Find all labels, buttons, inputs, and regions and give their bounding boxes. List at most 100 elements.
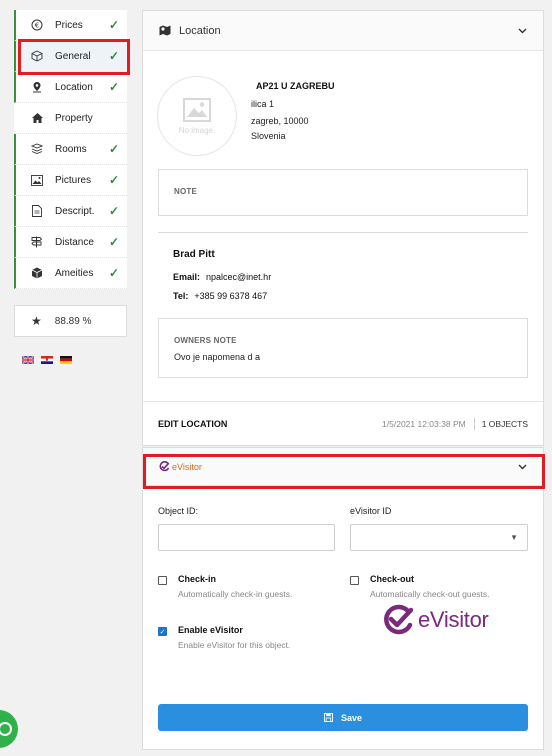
chevron-down-icon[interactable] (518, 25, 527, 37)
evisitor-logo-icon (384, 604, 414, 635)
evisitor-header-logo: eVisitor (159, 461, 518, 472)
evisitor-card: eVisitor Object ID: eVisitor ID ▼ Check-… (142, 447, 544, 750)
sidebar-nav: € Prices ✓ General ✓ Location ✓ Property… (14, 10, 127, 289)
check-icon: ✓ (108, 266, 119, 280)
croatia-flag-icon[interactable] (41, 356, 53, 364)
sidebar-item-label: Pictures (55, 174, 92, 186)
picture-icon (30, 173, 44, 187)
image-placeholder-icon (183, 97, 211, 122)
germany-flag-icon[interactable] (60, 356, 72, 364)
euro-icon: € (30, 18, 44, 32)
sidebar-item-property[interactable]: Property (14, 103, 127, 134)
location-card-title: Location (179, 24, 221, 37)
document-icon (30, 204, 44, 218)
star-icon: ★ (31, 314, 42, 328)
owners-note-label: OWNERS NOTE (174, 336, 237, 345)
map-pin-icon (30, 80, 44, 94)
cube-outline-icon (30, 49, 44, 63)
checkin-checkbox[interactable] (158, 576, 167, 585)
evisitor-header-text: eVisitor (172, 461, 202, 472)
check-icon: ✓ (108, 204, 119, 218)
bed-stack-icon (30, 142, 44, 156)
sidebar-item-rooms[interactable]: Rooms ✓ (14, 134, 127, 165)
evisitor-logo: eVisitor (383, 603, 489, 637)
location-card-header[interactable]: Location (143, 11, 543, 51)
check-icon: ✓ (159, 628, 166, 636)
check-icon: ✓ (108, 18, 119, 32)
chat-icon (0, 722, 12, 736)
address-city: zagreb, 10000 (251, 116, 309, 126)
evisitor-body: Object ID: eVisitor ID ▼ Check-in Automa… (143, 486, 543, 749)
dropdown-caret-icon: ▼ (510, 533, 518, 542)
check-icon: ✓ (108, 142, 119, 156)
completion-score: ★ 88.89 % (14, 305, 127, 337)
check-icon: ✓ (108, 80, 119, 94)
sidebar-item-distance[interactable]: Distance ✓ (14, 227, 127, 258)
enable-evisitor-desc: Enable eVisitor for this object. (178, 640, 291, 650)
sidebar-item-label: Location (55, 81, 93, 93)
save-icon (323, 713, 333, 722)
sidebar-item-label: Prices (55, 19, 83, 31)
property-image-placeholder: No image. (157, 76, 237, 156)
enable-evisitor-title: Enable eVisitor (178, 625, 243, 635)
evisitor-id-label: eVisitor ID (350, 506, 392, 516)
owner-email-row: Email: npalcec@inet.hr (173, 272, 271, 282)
location-footer: EDIT LOCATION 1/5/2021 12:03:38 PM 1 OBJ… (143, 401, 543, 445)
checkin-title: Check-in (178, 574, 217, 584)
house-icon (30, 111, 44, 125)
owner-tel-row: Tel: +385 99 6378 467 (173, 291, 267, 301)
check-icon: ✓ (108, 235, 119, 249)
object-id-input[interactable] (158, 524, 335, 551)
score-value: 88.89 % (54, 315, 92, 327)
divider (158, 232, 528, 233)
owner-tel: +385 99 6378 467 (194, 291, 268, 301)
edit-location-link[interactable]: EDIT LOCATION (158, 419, 382, 429)
owners-note-box: OWNERS NOTE Ovo je napomena d a (158, 318, 528, 378)
evisitor-logo-text: eVisitor (418, 607, 489, 632)
sidebar-item-label: General (55, 50, 91, 62)
owner-email: npalcec@inet.hr (206, 272, 272, 282)
map-icon (159, 25, 171, 36)
sidebar-item-pictures[interactable]: Pictures ✓ (14, 165, 127, 196)
sidebar-item-general[interactable]: General ✓ (14, 41, 127, 72)
footer-separator (473, 417, 475, 430)
chevron-down-icon[interactable] (518, 461, 527, 473)
uk-flag-icon[interactable] (22, 356, 34, 364)
checkout-checkbox[interactable] (350, 576, 359, 585)
address-street: ilica 1 (251, 99, 275, 109)
check-icon: ✓ (108, 49, 119, 63)
sidebar-item-location[interactable]: Location ✓ (14, 72, 127, 103)
evisitor-id-select[interactable]: ▼ (350, 524, 528, 551)
sidebar-item-label: Rooms (55, 143, 87, 155)
sidebar-item-prices[interactable]: € Prices ✓ (14, 10, 127, 41)
sidebar-item-description[interactable]: Descript. ✓ (14, 196, 127, 227)
save-button[interactable]: Save (158, 704, 528, 731)
enable-evisitor-checkbox[interactable]: ✓ (158, 627, 167, 636)
sidebar-item-amenities[interactable]: Ameities ✓ (14, 258, 127, 289)
sidebar-item-label: Ameities (55, 267, 94, 279)
checkout-title: Check-out (370, 574, 415, 584)
sidebar-item-label: Distance (55, 236, 94, 248)
tel-label: Tel: (173, 291, 189, 301)
box-icon (30, 266, 44, 280)
evisitor-card-header[interactable]: eVisitor (143, 448, 543, 486)
email-label: Email: (173, 272, 201, 282)
note-label: NOTE (174, 187, 198, 196)
signpost-icon (30, 235, 44, 249)
sidebar-item-label: Descript. (55, 205, 95, 217)
svg-text:€: € (35, 22, 39, 30)
checkout-desc: Automatically check-out guests. (370, 589, 490, 599)
property-name: AP21 U ZAGREBU (256, 81, 335, 91)
checkin-desc: Automatically check-in guests. (178, 589, 293, 599)
objects-count: 1 OBJECTS (481, 418, 528, 429)
sidebar-item-label: Property (55, 112, 93, 124)
note-box: NOTE (158, 169, 528, 216)
language-flags (22, 356, 72, 364)
owners-note-text: Ovo je napomena d a (174, 352, 261, 362)
owner-name: Brad Pitt (173, 249, 215, 260)
location-card: Location No image. AP21 U ZAGREBU ilica … (142, 10, 544, 446)
object-id-label: Object ID: (158, 506, 199, 516)
evisitor-logo-icon (159, 461, 170, 472)
last-modified-timestamp: 1/5/2021 12:03:38 PM (382, 418, 466, 429)
chat-widget-button[interactable] (0, 710, 18, 748)
